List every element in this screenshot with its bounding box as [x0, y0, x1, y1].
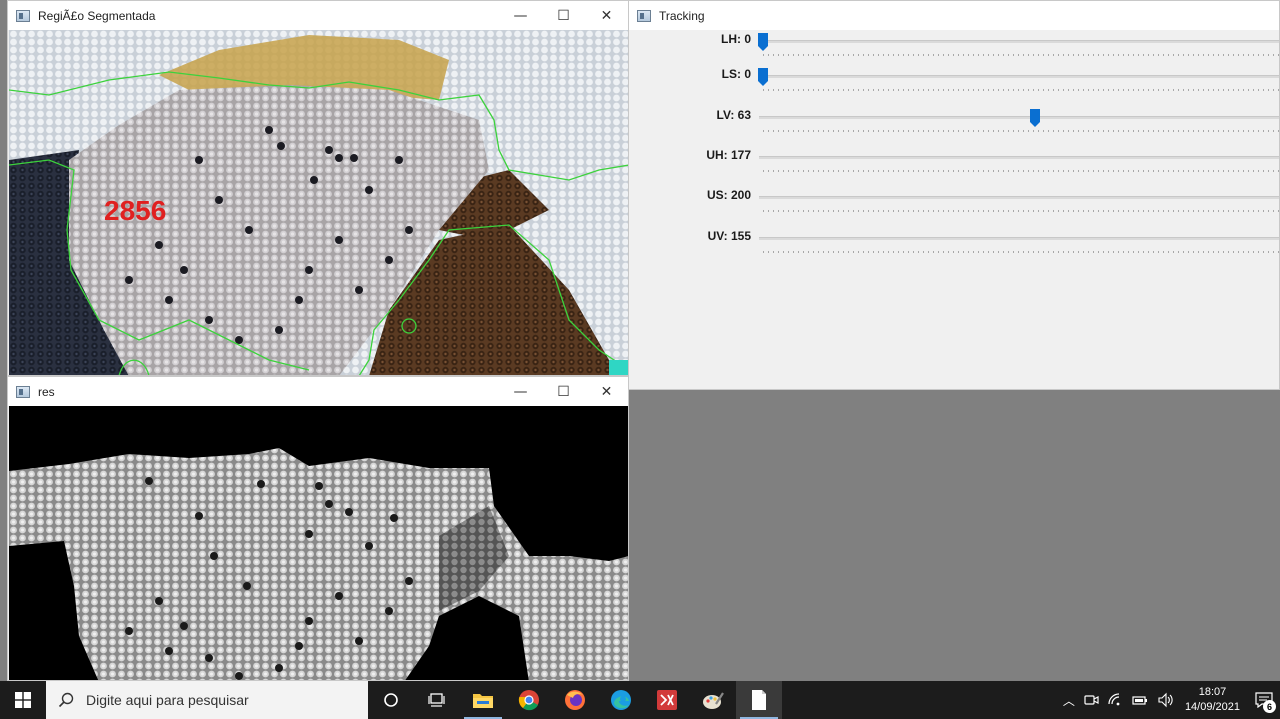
edge-button[interactable]	[598, 681, 644, 719]
trackbar-row: LH: 0	[629, 30, 1279, 60]
trackbar-track[interactable]	[759, 75, 1279, 78]
trackbar-label: US: 200	[706, 188, 751, 202]
task-view-button[interactable]	[414, 681, 460, 719]
trackbar-thumb[interactable]	[1029, 109, 1040, 127]
minimize-button[interactable]: —	[499, 377, 542, 406]
count-label: 2856	[104, 195, 166, 226]
maximize-button[interactable]: ☐	[542, 377, 585, 406]
trackbar-row: LS: 0	[629, 65, 1279, 95]
tracking-window[interactable]: Tracking LH: 0 LS: 0 LV: 63 UH: 177 US: 200 U…	[628, 0, 1280, 390]
cortana-button[interactable]	[368, 681, 414, 719]
notification-badge: 6	[1263, 700, 1276, 713]
window-icon	[16, 9, 30, 22]
trackbar-ticks	[763, 130, 1279, 132]
trackbar-thumb[interactable]	[758, 33, 768, 51]
trackbar-row: US: 200	[629, 186, 1279, 216]
search-icon	[58, 692, 74, 708]
action-center-button[interactable]: 6	[1248, 681, 1280, 719]
close-button[interactable]: ✕	[585, 1, 628, 30]
chrome-icon	[518, 690, 539, 711]
titlebar[interactable]: RegiÃ£o Segmentada — ☐ ✕	[8, 1, 628, 30]
trackbar-track[interactable]	[759, 196, 1279, 199]
app-red-icon	[657, 690, 677, 710]
segmented-image: 2856	[9, 30, 628, 375]
window-title: Tracking	[659, 8, 705, 23]
trackbar-row: UV: 155	[629, 227, 1279, 257]
clock-date: 14/09/2021	[1184, 701, 1240, 713]
clock-time: 18:07	[1198, 686, 1227, 698]
trackbar-ticks	[763, 89, 1279, 91]
trackbar-thumb[interactable]	[758, 68, 768, 86]
firefox-button[interactable]	[552, 681, 598, 719]
task-view-icon	[428, 693, 445, 707]
red-app-button[interactable]	[644, 681, 690, 719]
chevron-up-icon[interactable]: ︿	[1063, 692, 1075, 709]
start-button[interactable]	[0, 681, 46, 719]
window-title: res	[38, 384, 55, 399]
trackbar-ticks	[763, 210, 1279, 212]
segmented-region-window[interactable]: RegiÃ£o Segmentada — ☐ ✕ 2856	[7, 0, 629, 376]
wifi-icon[interactable]	[1107, 692, 1123, 708]
trackbar-track[interactable]	[759, 116, 1279, 119]
clock[interactable]: 18:07 14/09/2021	[1185, 685, 1240, 715]
meet-now-icon[interactable]	[1083, 692, 1099, 708]
titlebar[interactable]: Tracking	[629, 1, 1279, 30]
firefox-icon	[565, 690, 585, 710]
trackbar-row: LV: 63	[629, 106, 1279, 136]
paint-icon	[703, 692, 724, 709]
close-button[interactable]: ✕	[585, 377, 628, 406]
volume-icon[interactable]	[1157, 692, 1175, 708]
trackbar-label: LV: 63	[716, 108, 751, 122]
titlebar[interactable]: res — ☐ ✕	[8, 377, 628, 406]
system-tray: ︿ 18:07 14/09/2021 6	[1059, 681, 1280, 719]
trackbar-label: UH: 177	[706, 148, 751, 162]
folder-icon	[473, 694, 493, 708]
battery-icon[interactable]	[1131, 692, 1149, 708]
search-box[interactable]: Digite aqui para pesquisar	[46, 681, 368, 719]
chrome-button[interactable]	[506, 681, 552, 719]
maximize-button[interactable]: ☐	[542, 1, 585, 30]
window-title: RegiÃ£o Segmentada	[38, 8, 156, 23]
trackbar-track[interactable]	[759, 156, 1279, 159]
trackbar-ticks	[763, 170, 1279, 172]
res-image	[9, 406, 628, 680]
paint-app-button[interactable]	[690, 681, 736, 719]
trackbar-label: LS: 0	[721, 67, 751, 81]
minimize-button[interactable]: —	[499, 1, 542, 30]
file-explorer-button[interactable]	[460, 681, 506, 719]
trackbar-ticks	[763, 54, 1279, 56]
trackbar-track[interactable]	[759, 237, 1279, 240]
edge-icon	[611, 690, 631, 710]
res-window[interactable]: res — ☐ ✕	[7, 376, 629, 681]
window-icon	[637, 9, 651, 22]
trackbar-label: LH: 0	[721, 32, 751, 46]
trackbar-label: UV: 155	[707, 229, 751, 243]
search-placeholder: Digite aqui para pesquisar	[86, 692, 249, 708]
windows-logo-icon	[15, 692, 31, 708]
trackbar-row: UH: 177	[629, 146, 1279, 176]
document-icon	[752, 690, 766, 710]
window-icon	[16, 385, 30, 398]
trackbar-track[interactable]	[759, 40, 1279, 43]
notepad-app-button[interactable]	[736, 681, 782, 719]
taskbar: Digite aqui para pesquisar ︿ 18:07 14/09…	[0, 681, 1280, 719]
cortana-icon	[384, 693, 398, 707]
trackbar-ticks	[763, 251, 1279, 253]
